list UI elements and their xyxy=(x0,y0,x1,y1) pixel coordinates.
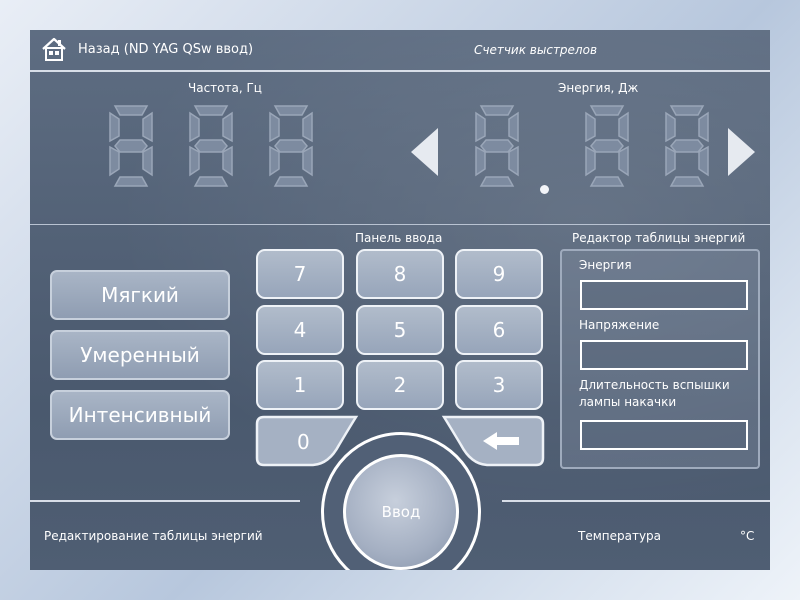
seven-segment-digit-0 xyxy=(475,105,519,187)
temperature-label: Температура xyxy=(578,529,662,543)
key-4[interactable]: 4 xyxy=(256,305,344,355)
key-6[interactable]: 6 xyxy=(455,305,543,355)
keypad-title: Панель ввода xyxy=(355,231,443,245)
seven-segment-digit-2 xyxy=(269,105,313,187)
seven-segment-digit-1 xyxy=(585,105,629,187)
key-1[interactable]: 1 xyxy=(256,360,344,410)
right-arrow-icon[interactable] xyxy=(724,126,758,178)
editor-flash-duration-field[interactable] xyxy=(580,420,748,450)
display-divider xyxy=(30,224,770,225)
energy-decimal-point xyxy=(540,185,549,194)
editor-voltage-label: Напряжение xyxy=(579,318,660,332)
mode-soft-button[interactable]: Мягкий xyxy=(50,270,230,320)
shot-counter-label: Счетчик выстрелов xyxy=(474,43,598,57)
seven-segment-digit-1 xyxy=(189,105,233,187)
editor-energy-label: Энергия xyxy=(579,258,632,272)
key-3[interactable]: 3 xyxy=(455,360,543,410)
key-2[interactable]: 2 xyxy=(356,360,444,410)
footer-divider-left xyxy=(30,500,300,502)
key-5[interactable]: 5 xyxy=(356,305,444,355)
key-0-label: 0 xyxy=(297,430,310,454)
left-arrow-icon[interactable] xyxy=(408,126,442,178)
enter-button[interactable]: Ввод xyxy=(343,454,459,570)
key-7[interactable]: 7 xyxy=(256,249,344,299)
editor-energy-field[interactable] xyxy=(580,280,748,310)
backspace-button[interactable] xyxy=(441,415,545,467)
seven-segment-digit-2 xyxy=(665,105,709,187)
mode-intense-button[interactable]: Интенсивный xyxy=(50,390,230,440)
editor-voltage-field[interactable] xyxy=(580,340,748,370)
seven-segment-digit-0 xyxy=(109,105,153,187)
app-window: Назад (ND YAG QSw ввод) Счетчик выстрело… xyxy=(30,30,770,570)
key-0[interactable]: 0 xyxy=(255,415,359,467)
header-divider xyxy=(30,70,770,72)
editor-title: Редактор таблицы энергий xyxy=(572,231,746,245)
home-icon[interactable] xyxy=(40,35,68,63)
key-8[interactable]: 8 xyxy=(356,249,444,299)
temperature-unit: °C xyxy=(740,529,755,543)
frequency-label: Частота, Гц xyxy=(188,81,262,95)
footer-divider-right xyxy=(502,500,770,502)
energy-display xyxy=(475,105,709,187)
energy-label: Энергия, Дж xyxy=(558,81,639,95)
key-9[interactable]: 9 xyxy=(455,249,543,299)
mode-moderate-button[interactable]: Умеренный xyxy=(50,330,230,380)
editor-flash-duration-label: Длительность вспышки лампы накачки xyxy=(579,378,730,409)
back-button-label[interactable]: Назад (ND YAG QSw ввод) xyxy=(78,42,253,57)
edit-energy-table-label[interactable]: Редактирование таблицы энергий xyxy=(44,529,263,543)
frequency-display xyxy=(109,105,313,187)
